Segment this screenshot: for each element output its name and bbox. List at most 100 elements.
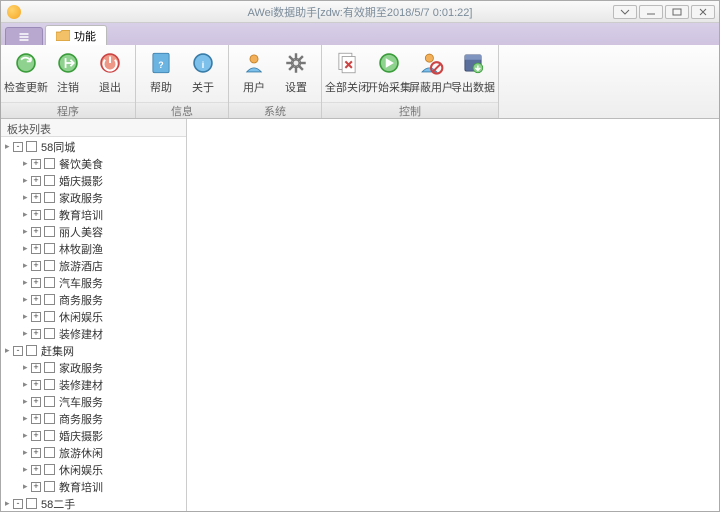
tree-checkbox[interactable] <box>26 498 37 509</box>
tree-item[interactable]: ▸+丽人美容 <box>1 223 186 240</box>
group-label: 控制 <box>322 102 498 118</box>
tab-functions[interactable]: 功能 <box>45 25 107 45</box>
tree-expander[interactable]: + <box>31 295 41 305</box>
tree-checkbox[interactable] <box>44 464 55 475</box>
minimize-button[interactable] <box>639 5 663 19</box>
start-collect-button[interactable]: 开始采集 <box>368 47 410 102</box>
tree-item[interactable]: ▸+家政服务 <box>1 189 186 206</box>
ribbon-btn-label: 帮助 <box>150 79 172 95</box>
tree-item-label: 汽车服务 <box>59 394 103 410</box>
logout-icon <box>54 49 82 77</box>
tree-checkbox[interactable] <box>44 413 55 424</box>
tree-expander[interactable]: + <box>31 193 41 203</box>
tree-arrow-icon: ▸ <box>23 158 29 169</box>
tree-item[interactable]: ▸-58二手 <box>1 495 186 511</box>
tree-expander[interactable]: + <box>31 159 41 169</box>
tree-checkbox[interactable] <box>44 396 55 407</box>
tree-item[interactable]: ▸+旅游酒店 <box>1 257 186 274</box>
dropdown-button[interactable] <box>613 5 637 19</box>
tree-checkbox[interactable] <box>44 362 55 373</box>
tree-checkbox[interactable] <box>44 328 55 339</box>
exit-button[interactable]: 退出 <box>89 47 131 102</box>
close-all-button[interactable]: 全部关闭 <box>326 47 368 102</box>
tree-checkbox[interactable] <box>44 226 55 237</box>
tree-item[interactable]: ▸+汽车服务 <box>1 393 186 410</box>
tree-item[interactable]: ▸-赶集网 <box>1 342 186 359</box>
tree-item[interactable]: ▸+装修建材 <box>1 325 186 342</box>
tree-checkbox[interactable] <box>26 141 37 152</box>
tree-expander[interactable]: + <box>31 278 41 288</box>
tree-checkbox[interactable] <box>44 209 55 220</box>
tree-item[interactable]: ▸+商务服务 <box>1 410 186 427</box>
tree-item[interactable]: ▸+婚庆摄影 <box>1 172 186 189</box>
help-button[interactable]: ?帮助 <box>140 47 182 102</box>
tree-item[interactable]: ▸+装修建材 <box>1 376 186 393</box>
maximize-button[interactable] <box>665 5 689 19</box>
tree-item-label: 旅游休闲 <box>59 445 103 461</box>
tree-expander[interactable]: + <box>31 363 41 373</box>
start-collect-icon <box>375 49 403 77</box>
check-update-button[interactable]: 检查更新 <box>5 47 47 102</box>
ribbon-group-控制: 全部关闭开始采集屏蔽用户导出数据控制 <box>322 45 499 118</box>
tree-item[interactable]: ▸+商务服务 <box>1 291 186 308</box>
app-menu-button[interactable] <box>5 27 43 45</box>
tab-label: 功能 <box>74 28 96 44</box>
ribbon-btn-label: 全部关闭 <box>325 79 369 95</box>
tree-expander[interactable]: + <box>31 261 41 271</box>
tree-item[interactable]: ▸+婚庆摄影 <box>1 427 186 444</box>
settings-button[interactable]: 设置 <box>275 47 317 102</box>
tree-view[interactable]: ▸-58同城▸+餐饮美食▸+婚庆摄影▸+家政服务▸+教育培训▸+丽人美容▸+林牧… <box>1 137 186 511</box>
tree-expander[interactable]: + <box>31 431 41 441</box>
tree-expander[interactable]: - <box>13 142 23 152</box>
tree-expander[interactable]: + <box>31 465 41 475</box>
tree-expander[interactable]: - <box>13 499 23 509</box>
tree-item[interactable]: ▸-58同城 <box>1 138 186 155</box>
logout-button[interactable]: 注销 <box>47 47 89 102</box>
tree-expander[interactable]: + <box>31 227 41 237</box>
tree-checkbox[interactable] <box>44 379 55 390</box>
tree-item[interactable]: ▸+家政服务 <box>1 359 186 376</box>
tree-item-label: 婚庆摄影 <box>59 173 103 189</box>
tree-checkbox[interactable] <box>44 430 55 441</box>
tree-expander[interactable]: + <box>31 380 41 390</box>
tree-expander[interactable]: + <box>31 244 41 254</box>
tree-expander[interactable]: + <box>31 176 41 186</box>
tree-item[interactable]: ▸+汽车服务 <box>1 274 186 291</box>
tree-checkbox[interactable] <box>44 260 55 271</box>
content-area: 板块列表 ▸-58同城▸+餐饮美食▸+婚庆摄影▸+家政服务▸+教育培训▸+丽人美… <box>1 119 719 511</box>
tree-checkbox[interactable] <box>26 345 37 356</box>
tree-arrow-icon: ▸ <box>23 413 29 424</box>
block-user-button[interactable]: 屏蔽用户 <box>410 47 452 102</box>
tree-expander[interactable]: + <box>31 448 41 458</box>
tree-checkbox[interactable] <box>44 481 55 492</box>
tree-expander[interactable]: + <box>31 312 41 322</box>
tree-item[interactable]: ▸+餐饮美食 <box>1 155 186 172</box>
tree-item[interactable]: ▸+休闲娱乐 <box>1 461 186 478</box>
tree-expander[interactable]: + <box>31 210 41 220</box>
tree-item[interactable]: ▸+教育培训 <box>1 206 186 223</box>
tree-checkbox[interactable] <box>44 243 55 254</box>
tree-checkbox[interactable] <box>44 447 55 458</box>
main-panel <box>187 119 719 511</box>
tree-expander[interactable]: + <box>31 329 41 339</box>
tree-expander[interactable]: - <box>13 346 23 356</box>
tree-item[interactable]: ▸+ 旅游休闲 <box>1 444 186 461</box>
tree-expander[interactable]: + <box>31 397 41 407</box>
tree-checkbox[interactable] <box>44 192 55 203</box>
tree-item[interactable]: ▸+林牧副渔 <box>1 240 186 257</box>
tree-arrow-icon: ▸ <box>23 447 29 458</box>
tree-checkbox[interactable] <box>44 311 55 322</box>
tree-item-label: 婚庆摄影 <box>59 428 103 444</box>
tree-item[interactable]: ▸+教育培训 <box>1 478 186 495</box>
tree-item[interactable]: ▸+休闲娱乐 <box>1 308 186 325</box>
tree-checkbox[interactable] <box>44 277 55 288</box>
user-button[interactable]: 用户 <box>233 47 275 102</box>
tree-checkbox[interactable] <box>44 158 55 169</box>
export-data-button[interactable]: 导出数据 <box>452 47 494 102</box>
tree-checkbox[interactable] <box>44 175 55 186</box>
tree-expander[interactable]: + <box>31 482 41 492</box>
tree-expander[interactable]: + <box>31 414 41 424</box>
close-button[interactable] <box>691 5 715 19</box>
about-button[interactable]: i关于 <box>182 47 224 102</box>
tree-checkbox[interactable] <box>44 294 55 305</box>
